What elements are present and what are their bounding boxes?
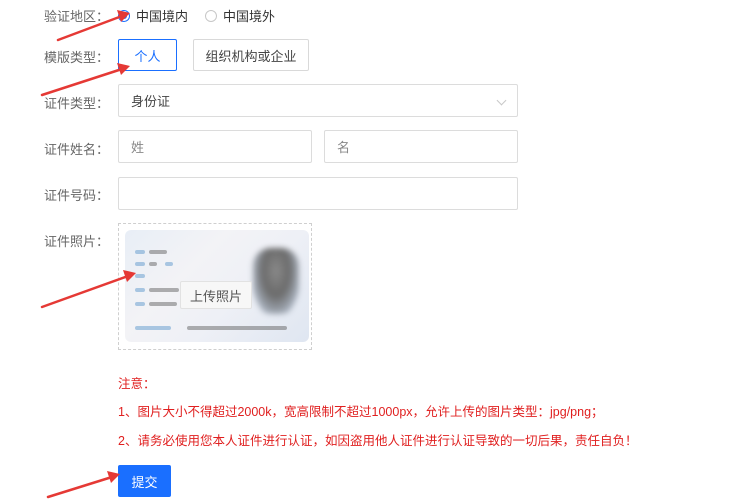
arrow-template xyxy=(40,67,124,97)
arrow-region xyxy=(56,14,124,42)
annotation-arrows xyxy=(40,10,136,499)
arrow-photo xyxy=(40,274,130,309)
arrow-submit xyxy=(46,475,114,499)
